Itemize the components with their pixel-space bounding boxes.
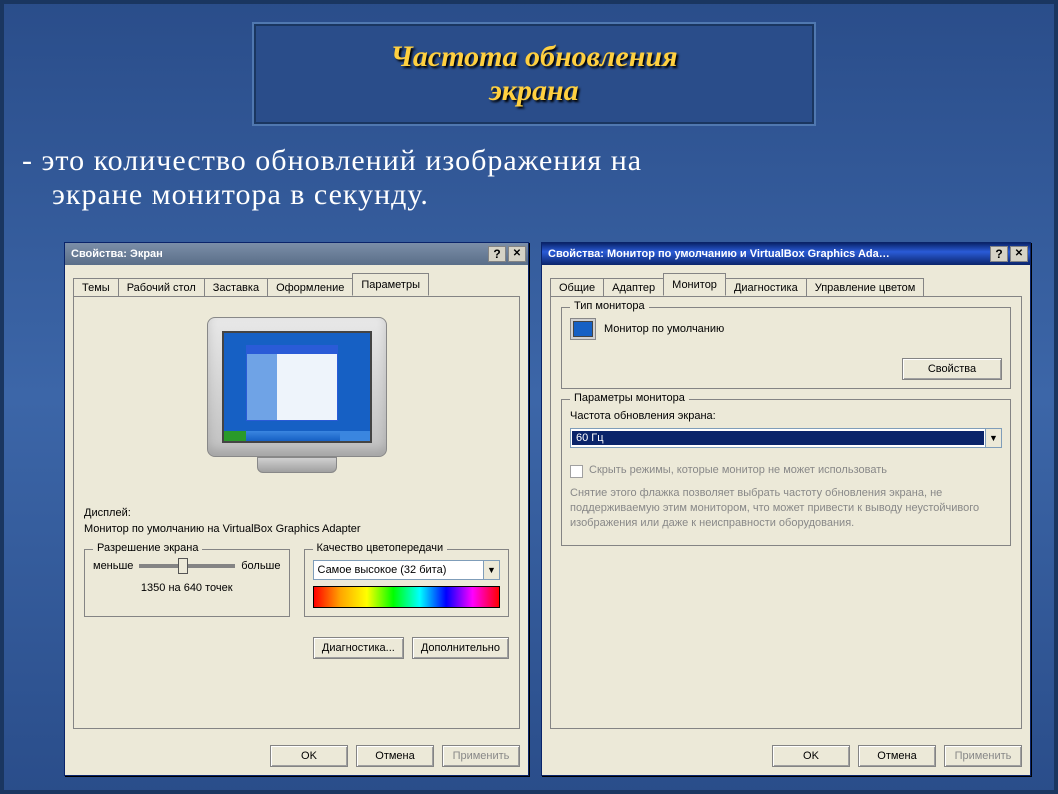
monitor-icon: [570, 318, 596, 340]
color-quality-legend: Качество цветопередачи: [313, 542, 448, 554]
apply-button[interactable]: Применить: [442, 745, 520, 767]
ok-button[interactable]: OK: [772, 745, 850, 767]
dialog-buttons: OK Отмена Применить: [65, 737, 528, 775]
apply-button[interactable]: Применить: [944, 745, 1022, 767]
tab-adapter[interactable]: Адаптер: [603, 278, 664, 297]
cancel-button[interactable]: Отмена: [356, 745, 434, 767]
monitor-settings-group: Параметры монитора Частота обновления эк…: [561, 399, 1011, 546]
monitor-type-value: Монитор по умолчанию: [604, 323, 724, 335]
tab-body: Тип монитора Монитор по умолчанию Свойст…: [550, 296, 1022, 729]
tab-troubleshoot[interactable]: Диагностика: [725, 278, 807, 297]
res-less-label: меньше: [93, 560, 133, 572]
color-quality-value: Самое высокое (32 бита): [314, 564, 484, 576]
dialog-buttons: OK Отмена Применить: [542, 737, 1030, 775]
monitor-properties-button[interactable]: Свойства: [902, 358, 1002, 380]
monitor-properties-window: Свойства: Монитор по умолчанию и Virtual…: [541, 242, 1031, 776]
color-spectrum: [313, 586, 501, 608]
monitor-type-legend: Тип монитора: [570, 300, 649, 312]
tab-desktop[interactable]: Рабочий стол: [118, 278, 205, 297]
tabstrip: Общие Адаптер Монитор Диагностика Управл…: [542, 265, 1030, 296]
cancel-button[interactable]: Отмена: [858, 745, 936, 767]
tab-color-management[interactable]: Управление цветом: [806, 278, 925, 297]
troubleshoot-button[interactable]: Диагностика...: [313, 637, 404, 659]
definition-line2: экране монитора в секунду.: [22, 178, 1022, 212]
display-label: Дисплей:: [84, 507, 509, 519]
resolution-legend: Разрешение экрана: [93, 542, 202, 554]
hide-modes-checkbox[interactable]: Скрыть режимы, которые монитор не может …: [570, 464, 1002, 478]
titlebar[interactable]: Свойства: Экран: [65, 243, 528, 265]
res-more-label: больше: [241, 560, 280, 572]
slide-title: Частота обновления экрана: [254, 24, 814, 124]
monitor-settings-legend: Параметры монитора: [570, 392, 689, 404]
slide-definition: - это количество обновлений изображения …: [22, 144, 1022, 212]
tab-settings[interactable]: Параметры: [352, 273, 429, 296]
refresh-rate-value: 60 Гц: [572, 431, 984, 445]
tab-general[interactable]: Общие: [550, 278, 604, 297]
color-quality-dropdown[interactable]: Самое высокое (32 бита) ▼: [313, 560, 501, 580]
refresh-rate-dropdown[interactable]: 60 Гц ▼: [570, 428, 1002, 448]
slide-title-line1: Частота обновления: [390, 40, 677, 74]
help-button[interactable]: [990, 246, 1008, 262]
tab-screensaver[interactable]: Заставка: [204, 278, 268, 297]
help-button[interactable]: [488, 246, 506, 262]
resolution-slider[interactable]: [139, 564, 235, 568]
chevron-down-icon: ▼: [985, 429, 1001, 447]
hide-modes-hint: Снятие этого флажка позволяет выбрать ча…: [570, 486, 1002, 531]
ok-button[interactable]: OK: [270, 745, 348, 767]
monitor-type-group: Тип монитора Монитор по умолчанию Свойст…: [561, 307, 1011, 389]
advanced-button[interactable]: Дополнительно: [412, 637, 509, 659]
tabstrip: Темы Рабочий стол Заставка Оформление Па…: [65, 265, 528, 296]
tab-monitor[interactable]: Монитор: [663, 273, 726, 296]
monitor-illustration: [197, 317, 397, 487]
close-button[interactable]: [508, 246, 526, 262]
tab-appearance[interactable]: Оформление: [267, 278, 353, 297]
resolution-group: Разрешение экрана меньше больше 1350 на …: [84, 549, 290, 617]
refresh-rate-label: Частота обновления экрана:: [570, 410, 1002, 422]
titlebar[interactable]: Свойства: Монитор по умолчанию и Virtual…: [542, 243, 1030, 265]
tab-themes[interactable]: Темы: [73, 278, 119, 297]
window-title: Свойства: Экран: [71, 248, 488, 260]
slide-title-line2: экрана: [489, 74, 578, 108]
display-properties-window: Свойства: Экран Темы Рабочий стол Застав…: [64, 242, 529, 776]
chevron-down-icon: ▼: [483, 561, 499, 579]
close-button[interactable]: [1010, 246, 1028, 262]
window-title: Свойства: Монитор по умолчанию и Virtual…: [548, 248, 990, 260]
checkbox-box: [570, 465, 583, 478]
definition-line1: - это количество обновлений изображения …: [22, 144, 642, 177]
color-quality-group: Качество цветопередачи Самое высокое (32…: [304, 549, 510, 617]
hide-modes-label: Скрыть режимы, которые монитор не может …: [589, 464, 887, 476]
tab-body: Дисплей: Монитор по умолчанию на Virtual…: [73, 296, 520, 729]
resolution-value: 1350 на 640 точек: [93, 582, 281, 594]
display-value: Монитор по умолчанию на VirtualBox Graph…: [84, 523, 509, 535]
